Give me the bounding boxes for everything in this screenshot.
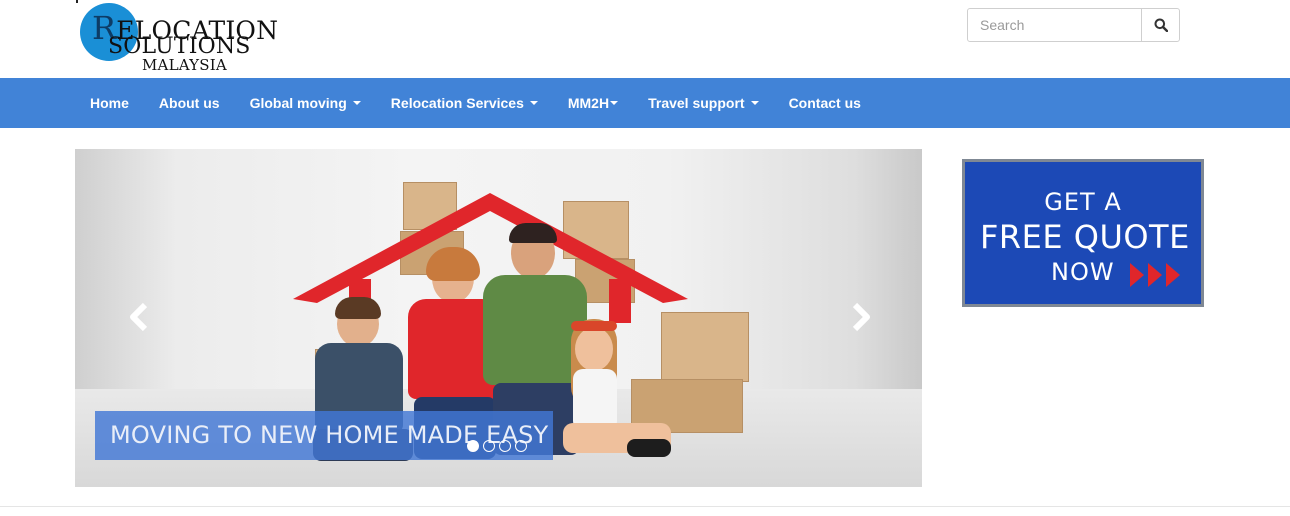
search-input[interactable] bbox=[968, 9, 1141, 41]
nav-item-home[interactable]: Home bbox=[75, 78, 144, 128]
nav-item-travel-support[interactable]: Travel support bbox=[633, 78, 773, 128]
carousel-prev-button[interactable] bbox=[125, 299, 155, 335]
chevron-right-icon bbox=[852, 302, 870, 332]
carousel-indicator[interactable] bbox=[499, 440, 511, 452]
nav-item-global-moving[interactable]: Global moving bbox=[235, 78, 376, 128]
caret-down-icon bbox=[610, 101, 619, 105]
person-figure bbox=[553, 319, 671, 464]
nav-item-about-us[interactable]: About us bbox=[144, 78, 235, 128]
logo-corner-mark bbox=[76, 0, 78, 3]
nav-item-label: About us bbox=[158, 95, 220, 111]
carousel-indicators bbox=[467, 440, 527, 452]
main-nav: Home About us Global moving Relocation S… bbox=[0, 78, 1290, 128]
nav-item-label: Travel support bbox=[648, 95, 745, 111]
nav-item-label: Home bbox=[90, 95, 129, 111]
carousel-indicator[interactable] bbox=[483, 440, 495, 452]
nav-item-label: Global moving bbox=[249, 95, 347, 111]
carousel-next-button[interactable] bbox=[845, 299, 875, 335]
site-logo[interactable]: RELOCATION SOLUTIONS MALAYSIA bbox=[76, 0, 278, 76]
slide-caption: MOVING TO NEW HOME MADE EASY bbox=[95, 411, 553, 460]
nav-item-label: Contact us bbox=[788, 95, 861, 111]
quote-line-2: FREE QUOTE bbox=[980, 218, 1190, 256]
caret-down-icon bbox=[529, 101, 538, 105]
nav-item-label: MM2H bbox=[567, 95, 610, 111]
triple-arrow-icon bbox=[1130, 263, 1180, 287]
section-divider bbox=[0, 506, 1290, 507]
carousel-indicator[interactable] bbox=[515, 440, 527, 452]
carousel-indicator[interactable] bbox=[467, 440, 479, 452]
caret-down-icon bbox=[352, 101, 361, 105]
search-form bbox=[967, 8, 1180, 42]
search-icon bbox=[1154, 18, 1168, 32]
quote-line-1: GET A bbox=[1044, 188, 1122, 216]
hero-carousel[interactable]: MOVING TO NEW HOME MADE EASY bbox=[75, 149, 922, 487]
search-button[interactable] bbox=[1141, 9, 1179, 41]
nav-item-relocation-services[interactable]: Relocation Services bbox=[376, 78, 553, 128]
logo-line-3: MALAYSIA bbox=[142, 56, 227, 74]
chevron-left-icon bbox=[130, 302, 148, 332]
nav-item-label: Relocation Services bbox=[390, 95, 524, 111]
free-quote-banner[interactable]: GET A FREE QUOTE NOW bbox=[962, 159, 1204, 307]
caret-down-icon bbox=[750, 101, 759, 105]
header: RELOCATION SOLUTIONS MALAYSIA bbox=[0, 0, 1290, 78]
nav-item-mm2h[interactable]: MM2H bbox=[553, 78, 633, 128]
quote-line-3: NOW bbox=[1051, 258, 1115, 286]
nav-item-contact-us[interactable]: Contact us bbox=[774, 78, 876, 128]
